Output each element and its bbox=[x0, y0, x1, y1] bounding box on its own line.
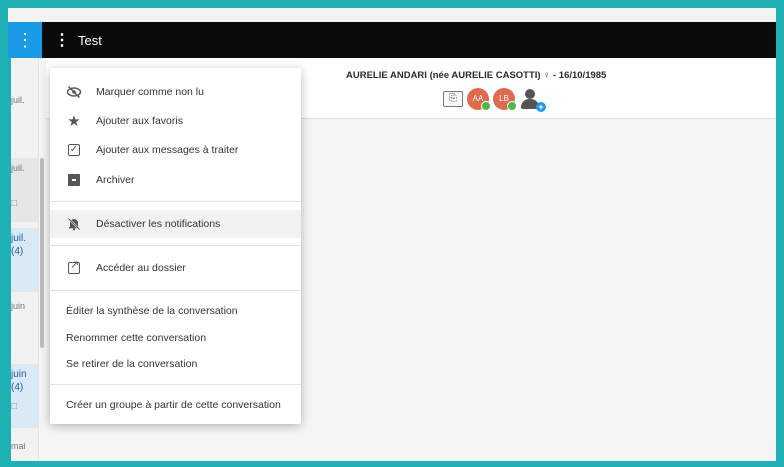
conversation-title-area: ⋮ Test bbox=[54, 22, 102, 58]
kebab-menu-icon[interactable]: ⋮ bbox=[54, 30, 70, 50]
menu-item-label: Ajouter aux messages à traiter bbox=[96, 144, 239, 156]
menu-item-label: Ajouter aux favoris bbox=[96, 115, 183, 127]
menu-item-label: Renommer cette conversation bbox=[66, 332, 207, 344]
avatar[interactable]: LB bbox=[493, 88, 517, 111]
menu-item-rename[interactable]: Renommer cette conversation bbox=[50, 324, 301, 352]
menu-divider bbox=[50, 384, 301, 385]
online-status-icon bbox=[507, 101, 517, 111]
top-strip bbox=[8, 8, 776, 22]
list-item-date[interactable]: juil. bbox=[11, 94, 38, 107]
online-status-icon bbox=[481, 101, 491, 111]
app-menu-button[interactable]: ⋮ bbox=[8, 22, 42, 58]
menu-item-edit-summary[interactable]: Éditer la synthèse de la conversation bbox=[50, 297, 301, 325]
menu-item-disable-notifications[interactable]: Désactiver les notifications bbox=[50, 210, 301, 238]
external-link-icon bbox=[66, 258, 82, 276]
eye-slash-icon bbox=[66, 84, 82, 100]
menu-item-label: Accéder au dossier bbox=[96, 262, 186, 274]
menu-item-add-to-process[interactable]: ✓ Ajouter aux messages à traiter bbox=[50, 136, 301, 164]
conversation-title: Test bbox=[78, 32, 102, 48]
menu-item-mark-unread[interactable]: Marquer comme non lu bbox=[50, 78, 301, 106]
document-icon[interactable]: ⎘ bbox=[443, 91, 463, 107]
list-item-date[interactable]: juin (4) □ bbox=[11, 364, 38, 428]
conversation-topbar: ⋮ ⋮ Test bbox=[8, 22, 776, 58]
menu-item-label: Marquer comme non lu bbox=[96, 86, 204, 98]
menu-divider bbox=[50, 245, 301, 246]
conversation-context-menu: Marquer comme non lu ★ Ajouter aux favor… bbox=[50, 68, 301, 424]
note-icon: □ bbox=[11, 401, 18, 412]
conversation-list: juil. juil. □ juil. (4) juin juin (4) □ … bbox=[8, 58, 39, 461]
menu-item-label: Se retirer de la conversation bbox=[66, 358, 198, 370]
archive-icon bbox=[66, 172, 82, 188]
list-item-date[interactable]: juil. (4) bbox=[11, 228, 38, 292]
list-item-date-label: juil. bbox=[11, 163, 25, 173]
menu-item-label: Archiver bbox=[96, 174, 135, 186]
note-icon: □ bbox=[11, 198, 18, 209]
participants: ⎘ AA LB + bbox=[443, 88, 546, 112]
menu-item-label: Créer un groupe à partir de cette conver… bbox=[66, 399, 281, 411]
list-scrollbar[interactable] bbox=[40, 158, 44, 348]
star-icon: ★ bbox=[67, 113, 81, 130]
menu-item-open-record[interactable]: Accéder au dossier bbox=[50, 254, 301, 282]
person-add-icon[interactable]: + bbox=[519, 88, 546, 112]
patient-name: AURELIE ANDARI (née AURELIE CASOTTI) ♀ -… bbox=[346, 70, 607, 81]
menu-item-create-group[interactable]: Créer un groupe à partir de cette conver… bbox=[50, 391, 301, 419]
menu-item-archive[interactable]: Archiver bbox=[50, 166, 301, 194]
bell-off-icon bbox=[66, 216, 82, 232]
list-item-date[interactable]: juin bbox=[11, 300, 38, 313]
menu-divider bbox=[50, 201, 301, 202]
menu-item-add-favorite[interactable]: ★ Ajouter aux favoris bbox=[50, 107, 301, 135]
menu-item-leave[interactable]: Se retirer de la conversation bbox=[50, 350, 301, 378]
list-item-date-label: juin (4) bbox=[11, 369, 27, 393]
app-frame: ⋮ ⋮ Test juil. juil. □ juil. (4) juin ju… bbox=[0, 0, 784, 467]
menu-item-label: Éditer la synthèse de la conversation bbox=[66, 305, 238, 317]
selected-indicator bbox=[8, 58, 11, 461]
checkbox-icon: ✓ bbox=[68, 144, 80, 156]
avatar[interactable]: AA bbox=[467, 88, 491, 111]
menu-divider bbox=[50, 290, 301, 291]
list-item-date[interactable]: mai bbox=[11, 440, 38, 453]
list-item-date[interactable]: juil. □ bbox=[11, 158, 38, 222]
menu-item-label: Désactiver les notifications bbox=[96, 218, 221, 230]
